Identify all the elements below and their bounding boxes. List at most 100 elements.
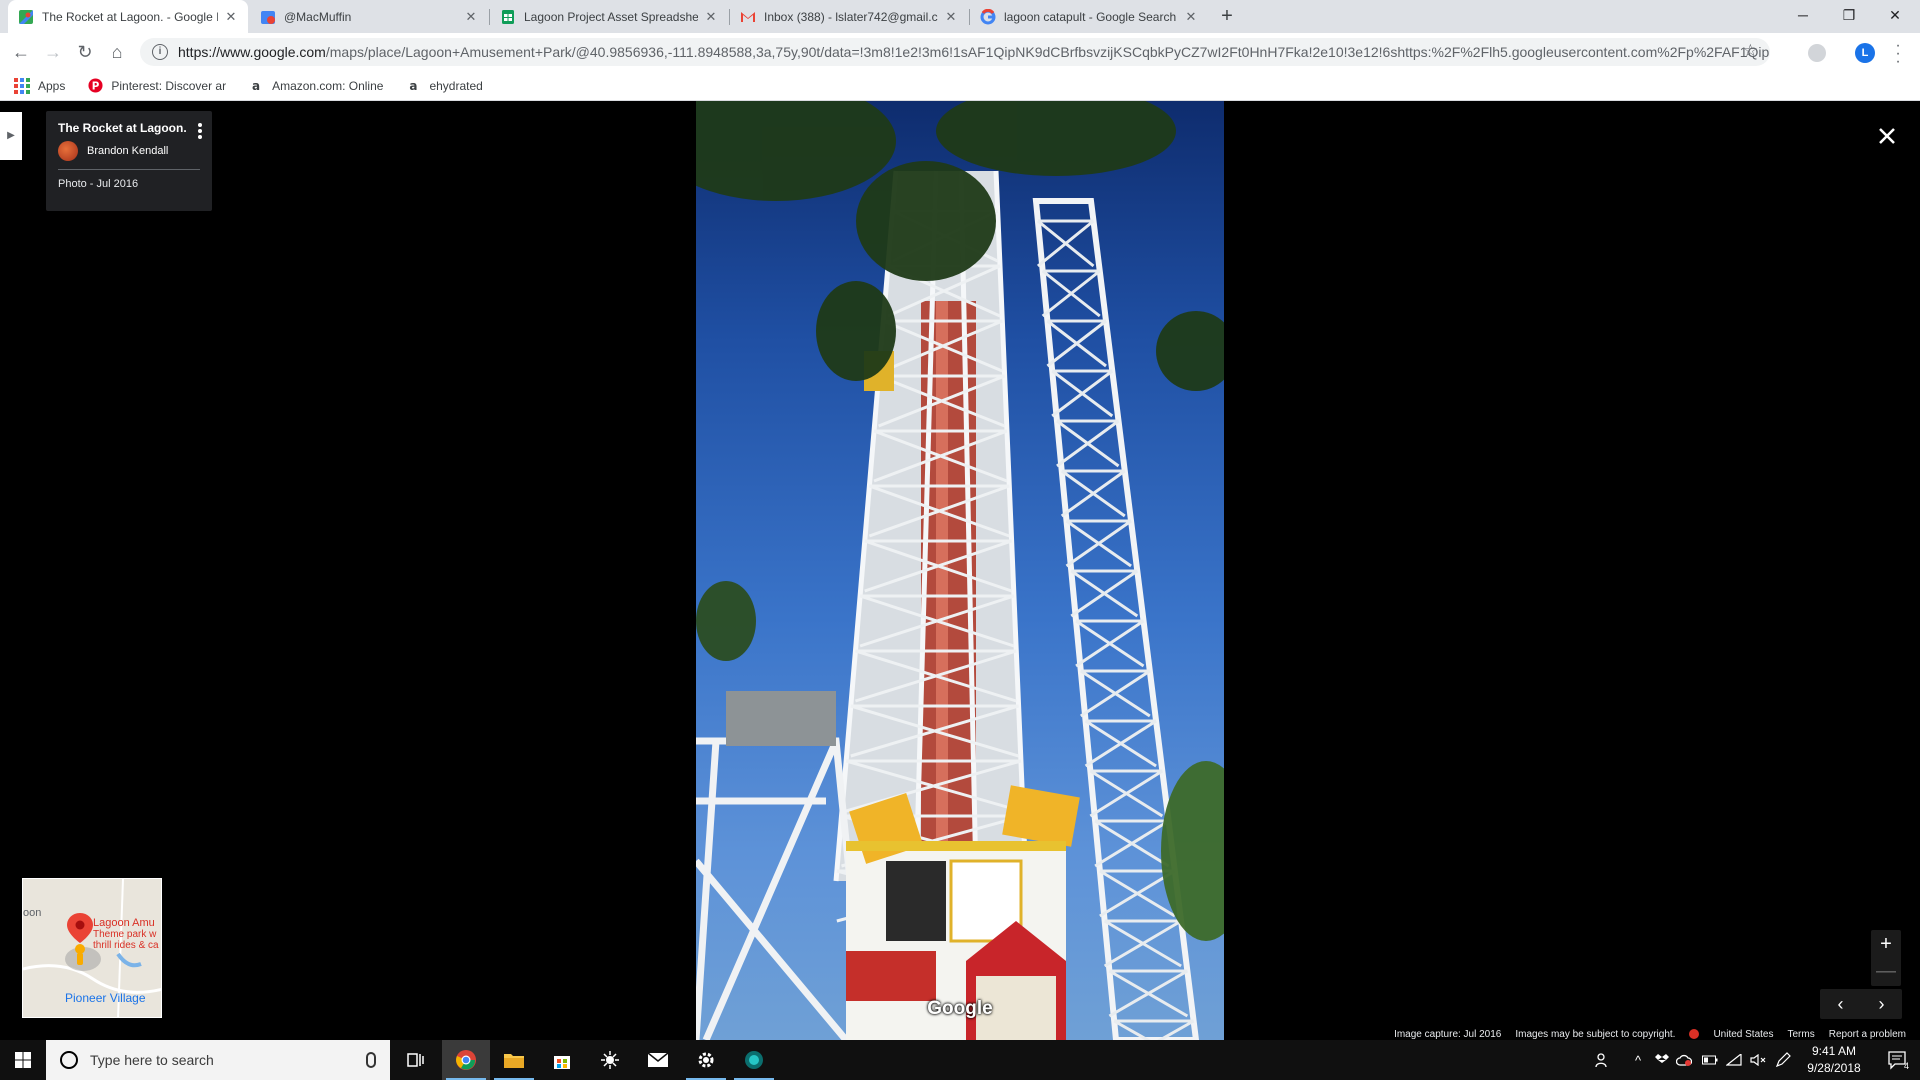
close-tab-icon[interactable]: ✕ (944, 9, 958, 25)
volume-muted-icon[interactable] (1748, 1040, 1768, 1080)
close-window-button[interactable]: ✕ (1872, 0, 1918, 33)
mail-icon[interactable] (634, 1040, 682, 1080)
country-link[interactable]: United States (1713, 1029, 1773, 1040)
close-tab-icon[interactable]: ✕ (224, 9, 238, 25)
tower-brace (1103, 919, 1182, 968)
report-problem-link[interactable]: Report a problem (1829, 1029, 1906, 1040)
taskbar-search[interactable]: Type here to search (46, 1040, 390, 1080)
restore-button[interactable]: ❐ (1826, 0, 1872, 33)
extension-icon[interactable] (1808, 44, 1826, 62)
file-explorer-icon[interactable] (490, 1040, 538, 1080)
browser-toolbar: ← → ↻ ⌂ i https://www.google.com/maps/pl… (0, 33, 1920, 71)
tab-search[interactable]: lagoon catapult - Google Search ✕ (970, 0, 1208, 33)
next-photo-button[interactable]: › (1861, 989, 1902, 1019)
contributor-name: Brandon Kendall (87, 145, 169, 157)
system-clock[interactable]: 9:41 AM 9/28/2018 (1800, 1043, 1868, 1077)
tower-brace (1060, 469, 1126, 518)
browser-menu-icon[interactable]: · · · (1892, 38, 1904, 70)
pinterest-icon: P (87, 78, 103, 94)
forward-button[interactable]: → (41, 40, 65, 64)
close-tab-icon[interactable]: ✕ (704, 9, 718, 25)
tab-strip: The Rocket at Lagoon. - Google I ✕ @MacM… (0, 0, 1920, 33)
main-photo[interactable]: Google (696, 101, 1224, 1040)
expand-side-panel-button[interactable]: ▶ (0, 112, 22, 160)
clock-time: 9:41 AM (1811, 1044, 1857, 1058)
action-center-button[interactable]: 4 (1876, 1040, 1920, 1080)
app2-icon[interactable] (730, 1040, 778, 1080)
wifi-icon[interactable] (1724, 1040, 1744, 1080)
profile-avatar[interactable]: L (1855, 43, 1875, 63)
more-options-icon[interactable] (198, 123, 202, 139)
amazon-icon: a (409, 78, 418, 93)
app-icon[interactable] (586, 1040, 634, 1080)
amazon-icon: a (252, 78, 261, 93)
photo-nav: ‹ › (1820, 989, 1902, 1019)
tab-macmuffin[interactable]: @MacMuffin ✕ (250, 0, 488, 33)
google-sheets-icon (500, 9, 516, 25)
tower-brace (1070, 569, 1139, 618)
close-tab-icon[interactable]: ✕ (464, 9, 478, 25)
rocket-tower-photo (696, 101, 1224, 1040)
bookmark-pinterest[interactable]: P Pinterest: Discover ar (87, 78, 226, 94)
task-view-icon[interactable] (392, 1040, 440, 1080)
url-text[interactable]: https://www.google.com/maps/place/Lagoon… (178, 44, 1770, 60)
google-icon (980, 8, 996, 25)
minimap[interactable]: oon Lagoon Amu Theme park w thrill rides… (22, 878, 162, 1018)
tower-brace (1065, 519, 1132, 568)
photo-date: Photo - Jul 2016 (58, 178, 139, 190)
close-tab-icon[interactable]: ✕ (1184, 9, 1198, 25)
tower-brace (1094, 819, 1170, 868)
new-tab-button[interactable]: + (1216, 5, 1238, 27)
tower-brace (1046, 319, 1107, 368)
reload-button[interactable]: ↻ (73, 40, 97, 64)
minimize-button[interactable]: ─ (1780, 0, 1826, 33)
tower-brace (1041, 269, 1101, 318)
clock-date: 9/28/2018 (1807, 1061, 1861, 1075)
close-icon (1879, 128, 1895, 144)
copyright-notice: Images may be subject to copyright. (1515, 1028, 1676, 1040)
notification-count: 4 (1904, 1061, 1910, 1071)
microphone-icon[interactable] (366, 1052, 376, 1068)
bookmark-apps[interactable]: Apps (14, 77, 65, 94)
zoom-out-button[interactable]: — (1871, 958, 1901, 986)
tower-brace (1089, 769, 1164, 818)
photo-info-card: The Rocket at Lagoon. Brandon Kendall Ph… (46, 111, 212, 211)
google-watermark: Google (927, 998, 993, 1019)
tab-maps[interactable]: The Rocket at Lagoon. - Google I ✕ (8, 0, 248, 33)
zoom-control: + — (1871, 930, 1901, 986)
people-icon[interactable] (1592, 1040, 1614, 1080)
pen-icon[interactable] (1772, 1040, 1794, 1080)
close-viewer-button[interactable] (1872, 121, 1902, 151)
divider (58, 169, 200, 170)
tab-gmail[interactable]: Inbox (388) - lslater742@gmail.co ✕ (730, 0, 968, 33)
settings-icon[interactable] (682, 1040, 730, 1080)
back-button[interactable]: ← (9, 40, 33, 64)
bookmarks-bar: Apps P Pinterest: Discover ar a Amazon.c… (0, 71, 1920, 101)
terms-link[interactable]: Terms (1788, 1029, 1815, 1040)
tower-brace (1084, 719, 1157, 768)
previous-photo-button[interactable]: ‹ (1820, 989, 1861, 1019)
show-hidden-icons-icon[interactable]: ^ (1628, 1040, 1648, 1080)
bookmark-ehydrated[interactable]: a ehydrated (405, 78, 482, 94)
place-title[interactable]: The Rocket at Lagoon. (58, 121, 186, 135)
address-bar[interactable]: i https://www.google.com/maps/place/Lago… (140, 38, 1770, 66)
country-flag-icon (1689, 1029, 1700, 1039)
search-placeholder: Type here to search (90, 1052, 214, 1068)
bookmark-star-icon[interactable]: ☆ (1743, 41, 1758, 61)
zoom-in-button[interactable]: + (1871, 930, 1901, 958)
chrome-icon[interactable] (442, 1040, 490, 1080)
site-info-icon[interactable]: i (152, 44, 168, 60)
cloud-icon[interactable] (1674, 1040, 1694, 1080)
home-button[interactable]: ⌂ (105, 40, 129, 64)
tower-brace (1051, 369, 1114, 418)
battery-icon[interactable] (1700, 1040, 1720, 1080)
tower-brace (1036, 219, 1095, 268)
tab-spreadsheet[interactable]: Lagoon Project Asset Spreadsheet ✕ (490, 0, 728, 33)
bookmark-amazon[interactable]: a Amazon.com: Online (248, 78, 383, 94)
calendar-icon (260, 9, 276, 25)
store-icon[interactable] (538, 1040, 586, 1080)
start-button[interactable] (0, 1040, 46, 1080)
contributor-avatar (58, 141, 78, 161)
contributor[interactable]: Brandon Kendall (58, 141, 200, 161)
dropbox-icon[interactable] (1652, 1040, 1672, 1080)
